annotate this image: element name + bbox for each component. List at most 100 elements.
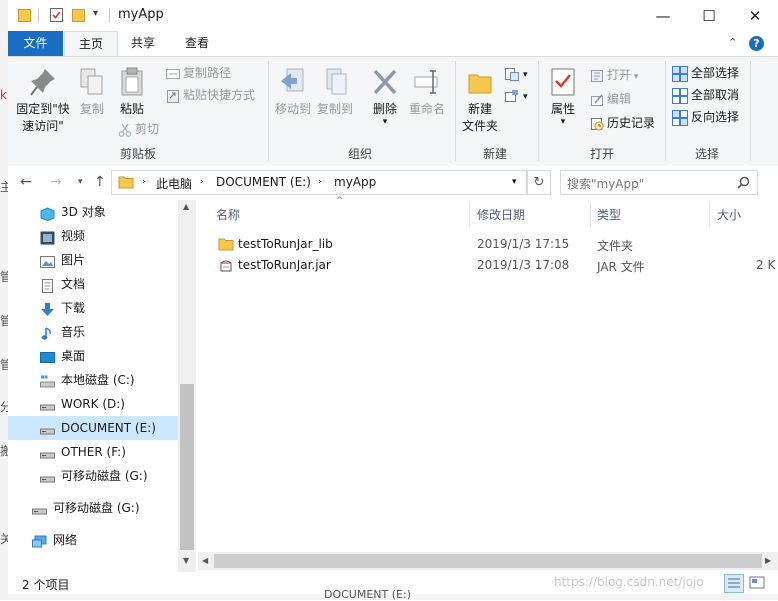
scroll-right-icon[interactable]: ▶ — [765, 556, 771, 565]
breadcrumb-this-pc[interactable]: 此电脑 — [156, 175, 192, 192]
music-icon — [40, 325, 55, 340]
ribbon-separator — [455, 61, 456, 161]
breadcrumb-drive[interactable]: DOCUMENT (E:) — [216, 175, 311, 189]
sidebar-scroll-thumb[interactable] — [180, 384, 194, 550]
download-icon — [40, 301, 55, 316]
table-row[interactable]: testToRunJar.jar 2019/1/3 17:08 JAR 文件 2… — [198, 255, 778, 276]
watermark-text: https://blog.csdn.net/jojo — [554, 575, 704, 589]
properties-dropdown-icon[interactable]: ▾ — [544, 118, 582, 127]
paste-label: 粘贴 — [119, 102, 144, 116]
open-button[interactable]: 打开 ▾ — [590, 65, 638, 85]
open-group-label: 打开 — [590, 147, 615, 161]
sidebar-item-desktop[interactable]: 桌面 — [8, 344, 178, 368]
tab-view[interactable]: 查看 — [172, 31, 222, 56]
tab-file[interactable]: 文件 — [8, 31, 63, 56]
select-none-button[interactable]: 全部取消 — [672, 85, 739, 105]
address-bar[interactable]: › 此电脑 › DOCUMENT (E:) › myApp ▾ — [111, 170, 527, 195]
folder-icon — [118, 176, 134, 189]
up-arrow-icon[interactable]: ↑ — [94, 174, 106, 190]
breadcrumb-separator-icon[interactable]: › — [318, 177, 322, 187]
details-view-icon[interactable] — [724, 574, 744, 593]
sidebar-item-drive-c[interactable]: 本地磁盘 (C:) — [8, 368, 178, 392]
sidebar-scrollbar[interactable]: ▲ ▼ — [178, 200, 196, 572]
scroll-down-icon[interactable]: ▼ — [183, 556, 189, 565]
help-icon[interactable]: ? — [749, 36, 764, 51]
column-header-date[interactable]: 修改日期 — [477, 206, 525, 223]
sidebar-item-network[interactable]: 网络 — [8, 528, 178, 552]
sidebar-item-removable-g[interactable]: 可移动磁盘 (G:) — [8, 496, 178, 520]
delete-dropdown-icon[interactable]: ▾ — [368, 118, 402, 127]
paste-button[interactable]: 粘贴 — [114, 67, 150, 118]
content-scroll-thumb[interactable] — [214, 554, 762, 568]
item-count: 2 个项目 — [22, 578, 70, 592]
tab-home[interactable]: 主页 — [64, 31, 118, 57]
forward-arrow-icon[interactable]: → — [50, 174, 62, 190]
select-all-button[interactable]: 全部选择 — [672, 63, 739, 83]
column-header-name[interactable]: 名称 — [216, 206, 240, 223]
open-icon — [591, 69, 603, 82]
breadcrumb-folder[interactable]: myApp — [334, 175, 376, 189]
refresh-icon[interactable]: ↻ — [527, 170, 551, 195]
paste-shortcut-label: 粘贴快捷方式 — [183, 88, 256, 102]
sidebar-item-drive-g[interactable]: 可移动磁盘 (G:) — [8, 464, 178, 488]
cut-button[interactable]: 剪切 — [118, 119, 159, 139]
breadcrumb-separator-icon[interactable]: › — [142, 177, 146, 187]
sidebar-item-music[interactable]: 音乐 — [8, 320, 178, 344]
copy-button[interactable]: 复制 — [76, 67, 108, 118]
copy-to-icon — [326, 68, 347, 95]
invert-selection-button[interactable]: 反向选择 — [672, 107, 739, 127]
copy-to-button[interactable]: 复制到 — [315, 67, 355, 118]
properties-button[interactable]: 属性 ▾ — [544, 67, 582, 127]
3d-objects-icon — [40, 205, 55, 222]
copy-path-button[interactable]: 复制路径 — [166, 63, 231, 83]
scroll-left-icon[interactable]: ◀ — [202, 556, 208, 565]
collapse-ribbon-icon[interactable]: ⌃ — [728, 36, 737, 49]
new-folder-icon[interactable] — [72, 8, 85, 22]
sidebar-item-3d-objects[interactable]: 3D 对象 — [8, 200, 178, 224]
organize-group-label: 组织 — [348, 147, 373, 161]
cut-label: 剪切 — [135, 122, 160, 136]
quick-access-dropdown-icon[interactable]: ▾ — [93, 8, 98, 19]
sidebar-item-videos[interactable]: 视频 — [8, 224, 178, 248]
ribbon-separator — [750, 61, 751, 161]
tab-share[interactable]: 共享 — [118, 31, 168, 56]
sidebar-item-label: 下载 — [61, 301, 86, 315]
maximize-button[interactable]: ☐ — [686, 0, 732, 31]
delete-button[interactable]: 删除 ▾ — [368, 67, 402, 127]
sidebar-item-drive-d[interactable]: WORK (D:) — [8, 392, 178, 416]
sidebar-item-drive-f[interactable]: OTHER (F:) — [8, 440, 178, 464]
easy-access-button[interactable]: ▾ — [504, 85, 528, 105]
drive-icon — [40, 421, 55, 435]
search-input[interactable]: 搜索"myApp" — [560, 170, 758, 195]
scroll-up-icon[interactable]: ▲ — [183, 202, 189, 211]
file-date: 2019/1/3 17:08 — [477, 258, 570, 272]
close-button[interactable]: ✕ — [732, 0, 778, 31]
edit-button[interactable]: 编辑 — [590, 89, 631, 109]
pin-quick-access-button[interactable]: 固定到"快 速访问" — [12, 67, 74, 135]
file-type: 文件夹 — [597, 239, 634, 253]
new-item-button[interactable]: ▾ — [504, 63, 528, 83]
content-horizontal-scrollbar[interactable]: ◀ ▶ — [198, 552, 778, 570]
paste-shortcut-button[interactable]: 粘贴快捷方式 — [166, 85, 255, 105]
file-list: ^ 名称 修改日期 类型 大小 testToRunJar_lib 2019/1/… — [198, 196, 778, 572]
minimize-button[interactable]: — — [640, 0, 686, 31]
new-folder-button[interactable]: 新建 文件夹 — [458, 67, 502, 135]
recent-dropdown-icon[interactable]: ▾ — [78, 177, 83, 187]
table-row[interactable]: testToRunJar_lib 2019/1/3 17:15 文件夹 — [198, 234, 778, 255]
new-folder-icon — [468, 74, 492, 94]
address-dropdown-icon[interactable]: ▾ — [512, 177, 517, 187]
sidebar-item-documents[interactable]: 文档 — [8, 272, 178, 296]
sidebar-item-drive-e[interactable]: DOCUMENT (E:) — [8, 416, 178, 440]
sidebar-item-downloads[interactable]: 下载 — [8, 296, 178, 320]
sidebar-item-label: 网络 — [53, 533, 78, 547]
breadcrumb-separator-icon[interactable]: › — [200, 177, 204, 187]
move-to-button[interactable]: 移动到 — [273, 67, 313, 118]
large-icons-view-icon[interactable] — [748, 574, 766, 591]
history-button[interactable]: 历史记录 — [590, 113, 655, 133]
back-arrow-icon[interactable]: ← — [20, 174, 32, 190]
rename-button[interactable]: 重命名 — [406, 67, 448, 118]
sidebar-item-pictures[interactable]: 图片 — [8, 248, 178, 272]
column-header-size[interactable]: 大小 — [717, 206, 741, 223]
column-header-type[interactable]: 类型 — [597, 206, 621, 223]
properties-icon[interactable] — [50, 8, 63, 22]
